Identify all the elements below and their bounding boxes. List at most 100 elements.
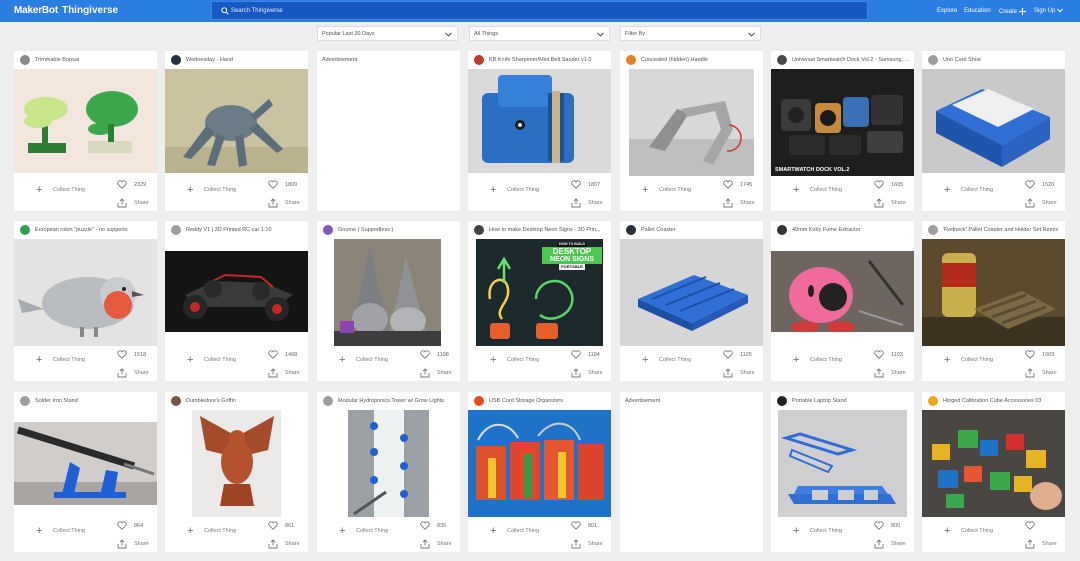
like-button[interactable]: 801 <box>571 520 609 530</box>
thing-card[interactable]: European robin "puzzle" - no supports + C… <box>14 221 157 381</box>
thing-title[interactable]: Concealed (hidden) Handle <box>641 57 759 63</box>
nav-education-link[interactable]: Education <box>964 8 991 15</box>
thing-title[interactable]: 40mm Kirby Fume Extractor <box>792 227 910 233</box>
thing-image[interactable] <box>334 239 441 346</box>
avatar[interactable] <box>20 396 30 406</box>
avatar[interactable] <box>171 55 181 65</box>
like-button[interactable]: 1125 <box>723 349 761 359</box>
thing-title[interactable]: KB Knife Sharpener/Mini Belt Sander v1.0 <box>489 57 607 63</box>
thing-card[interactable]: Dumbledore's Griffin + Collect Thing 861 … <box>165 392 308 552</box>
thing-title[interactable]: USB Cord Storage Organizers <box>489 398 607 404</box>
avatar[interactable] <box>928 225 938 235</box>
thing-card[interactable]: Portable Laptop Stand + Collect Thing 800… <box>771 392 914 552</box>
avatar[interactable] <box>626 55 636 65</box>
thing-image[interactable] <box>922 410 1065 517</box>
like-button[interactable]: 1605 <box>874 179 912 189</box>
collect-thing-button[interactable]: + Collect Thing <box>187 185 277 196</box>
like-button[interactable]: 1003 <box>1025 349 1063 359</box>
collect-thing-button[interactable]: + Collect Thing <box>793 355 883 366</box>
share-button[interactable]: Share <box>117 539 155 549</box>
share-button[interactable]: Share <box>874 539 912 549</box>
thing-card[interactable]: Gnome ( Supportless ) + Collect Thing 119… <box>317 221 460 381</box>
avatar[interactable] <box>20 225 30 235</box>
like-button[interactable]: 800 <box>874 520 912 530</box>
thing-card[interactable]: Trimmable Bonsai + Collect Thing 2329 Sha… <box>14 51 157 211</box>
makerbot-thingiverse-logo[interactable]: MakerBot Thingiverse <box>14 4 118 17</box>
collect-thing-button[interactable]: + Collect Thing <box>36 355 126 366</box>
thing-image[interactable] <box>922 69 1065 173</box>
collect-thing-button[interactable]: + Collect Thing <box>793 526 883 537</box>
thing-title[interactable]: How to make Desktop Neon Signs - 3D Prin… <box>489 227 607 233</box>
nav-signup-menu[interactable]: Sign Up <box>1034 8 1063 15</box>
avatar[interactable] <box>777 396 787 406</box>
collect-thing-button[interactable]: + Collect Thing <box>490 185 580 196</box>
thing-title[interactable]: 'Redneck' Pallet Coaster and Holder Set … <box>943 227 1061 233</box>
like-button[interactable]: 1184 <box>571 349 609 359</box>
share-button[interactable]: Share <box>1025 539 1063 549</box>
thing-title[interactable]: Uno Card Shoe <box>943 57 1061 63</box>
avatar[interactable] <box>928 55 938 65</box>
share-button[interactable]: Share <box>723 368 761 378</box>
thing-card[interactable]: KB Knife Sharpener/Mini Belt Sander v1.0… <box>468 51 611 211</box>
thing-card[interactable]: USB Cord Storage Organizers + Collect Thi… <box>468 392 611 552</box>
share-button[interactable]: Share <box>420 368 458 378</box>
thing-image[interactable] <box>778 410 907 517</box>
thing-card[interactable]: How to make Desktop Neon Signs - 3D Prin… <box>468 221 611 381</box>
thing-title[interactable]: Reddy V1 | 3D Printed RC car 1:10 <box>186 227 304 233</box>
thing-card[interactable]: Modular Hydroponics Tower w/ Grow Lights… <box>317 392 460 552</box>
thing-card[interactable]: Reddy V1 | 3D Printed RC car 1:10 + Colle… <box>165 221 308 381</box>
thing-image[interactable] <box>165 251 308 332</box>
share-button[interactable]: Share <box>1025 368 1063 378</box>
share-button[interactable]: Share <box>874 198 912 208</box>
thing-title[interactable]: Dumbledore's Griffin <box>186 398 304 404</box>
thing-title[interactable]: Portable Laptop Stand <box>792 398 910 404</box>
collect-thing-button[interactable]: + Collect Thing <box>944 355 1034 366</box>
thing-title[interactable]: Universal Smartwatch Dock Vol.2 - Samsun… <box>792 57 910 63</box>
collect-thing-button[interactable]: + Collect Thing <box>36 526 126 537</box>
thing-card[interactable]: Concealed (hidden) Handle + Collect Thing… <box>620 51 763 211</box>
thing-image[interactable] <box>14 69 157 173</box>
share-button[interactable]: Share <box>268 368 306 378</box>
avatar[interactable] <box>474 396 484 406</box>
thing-image[interactable] <box>14 422 157 505</box>
thing-image[interactable] <box>165 69 308 173</box>
avatar[interactable] <box>626 225 636 235</box>
thing-title[interactable]: Pallet Coaster <box>641 227 759 233</box>
like-button[interactable]: 1468 <box>268 349 306 359</box>
share-button[interactable]: Share <box>268 539 306 549</box>
thing-title[interactable]: Gnome ( Supportless ) <box>338 227 456 233</box>
avatar[interactable] <box>323 396 333 406</box>
search-input[interactable]: Search Thingiverse <box>211 1 868 20</box>
thing-card[interactable]: 40mm Kirby Fume Extractor + Collect Thing… <box>771 221 914 381</box>
like-button[interactable]: 2329 <box>117 179 155 189</box>
share-button[interactable]: Share <box>117 198 155 208</box>
collect-thing-button[interactable]: + Collect Thing <box>339 355 429 366</box>
avatar[interactable] <box>928 396 938 406</box>
thing-title[interactable]: Trimmable Bonsai <box>35 57 153 63</box>
thing-card[interactable]: Solder Iron Stand + Collect Thing 864 Sha… <box>14 392 157 552</box>
avatar[interactable] <box>777 55 787 65</box>
collect-thing-button[interactable]: + Collect Thing <box>944 185 1034 196</box>
thing-image[interactable] <box>348 410 429 517</box>
thing-card[interactable]: Universal Smartwatch Dock Vol.2 - Samsun… <box>771 51 914 211</box>
like-button[interactable]: 1809 <box>268 179 306 189</box>
share-button[interactable]: Share <box>117 368 155 378</box>
like-button[interactable] <box>1025 520 1063 530</box>
collect-thing-button[interactable]: + Collect Thing <box>339 526 429 537</box>
thing-image[interactable] <box>14 239 157 346</box>
thing-image[interactable] <box>620 239 763 346</box>
thing-image[interactable] <box>468 410 611 517</box>
like-button[interactable]: 1520 <box>1025 179 1063 189</box>
collect-thing-button[interactable]: + Collect Thing <box>187 526 277 537</box>
share-button[interactable]: Share <box>268 198 306 208</box>
thing-card[interactable]: 'Redneck' Pallet Coaster and Holder Set … <box>922 221 1065 381</box>
thing-image[interactable] <box>771 251 914 332</box>
avatar[interactable] <box>20 55 30 65</box>
share-button[interactable]: Share <box>571 198 609 208</box>
collect-thing-button[interactable]: + Collect Thing <box>490 526 580 537</box>
collect-thing-button[interactable]: + Collect Thing <box>642 185 732 196</box>
avatar[interactable] <box>171 396 181 406</box>
thing-image[interactable] <box>192 410 281 517</box>
avatar[interactable] <box>171 225 181 235</box>
avatar[interactable] <box>474 55 484 65</box>
